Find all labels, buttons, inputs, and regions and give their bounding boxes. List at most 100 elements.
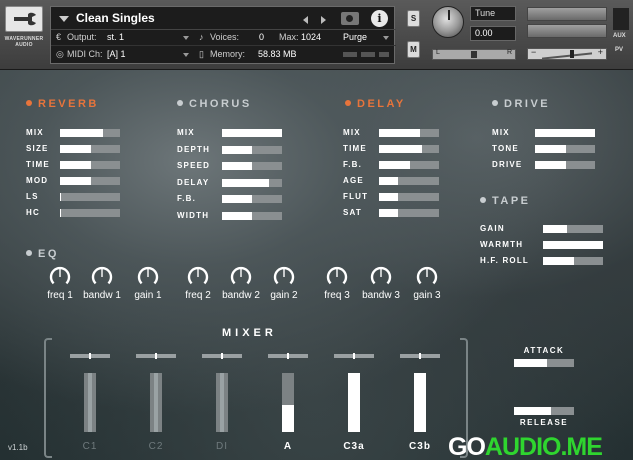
eq-knob[interactable] — [370, 266, 392, 288]
eq-knob[interactable] — [416, 266, 438, 288]
delay-param-slider[interactable] — [379, 209, 439, 217]
mixer-fader[interactable] — [414, 373, 426, 432]
eq-title[interactable]: EQ — [26, 248, 59, 260]
chorus-param-label: SPEED — [177, 161, 211, 170]
delay-param-slider[interactable] — [379, 193, 439, 201]
delay-param-slider-fill — [379, 193, 398, 201]
delay-param-slider[interactable] — [379, 161, 439, 169]
eq-knob[interactable] — [91, 266, 113, 288]
camera-icon[interactable] — [341, 12, 359, 25]
prev-instrument-icon[interactable] — [303, 16, 308, 24]
mixer-channel-label: C3a — [343, 441, 365, 452]
eq-knob[interactable] — [230, 266, 252, 288]
purge-dropdown-icon[interactable] — [383, 36, 389, 40]
info-icon[interactable]: i — [371, 10, 388, 27]
max-voices-value[interactable]: 1024 — [301, 32, 321, 42]
output-dropdown-icon[interactable] — [183, 36, 189, 40]
reverb-title[interactable]: REVERB — [26, 98, 99, 110]
delay-param-label: MIX — [343, 128, 361, 137]
tune-value[interactable]: 0.00 — [470, 26, 516, 41]
reverb-param-slider-fill — [60, 193, 61, 201]
drive-param-slider[interactable] — [535, 129, 595, 137]
mixer-pan-control[interactable] — [70, 353, 110, 359]
chorus-param-slider[interactable] — [222, 145, 282, 154]
delay-param-slider[interactable] — [379, 145, 439, 153]
drive-power-dot[interactable] — [492, 100, 498, 106]
release-slider[interactable] — [514, 407, 574, 415]
drive-param-slider-fill — [535, 161, 566, 169]
volume-slider-handle[interactable] — [570, 50, 574, 58]
reverb-param-slider-fill — [60, 209, 61, 217]
mixer-pan-control[interactable] — [334, 353, 374, 359]
aux-button[interactable]: AUX — [613, 33, 626, 39]
midi-channel-value[interactable]: [A] 1 — [107, 49, 126, 59]
instrument-menu-arrow-icon[interactable] — [59, 16, 69, 22]
tape-param-slider[interactable] — [543, 241, 603, 249]
eq-knob[interactable] — [273, 266, 295, 288]
eq-knob[interactable] — [326, 266, 348, 288]
solo-button[interactable]: S — [407, 10, 420, 27]
eq-knob[interactable] — [187, 266, 209, 288]
chorus-param-label: DEPTH — [177, 144, 211, 154]
purge-menu[interactable]: Purge — [343, 32, 367, 42]
chorus-title[interactable]: CHORUS — [177, 98, 252, 110]
voices-label: Voices: — [210, 32, 240, 42]
volume-slider[interactable]: − + — [527, 47, 607, 60]
tape-param-slider[interactable] — [543, 257, 603, 265]
drive-param-slider-fill — [535, 145, 566, 153]
reverb-param-slider[interactable] — [60, 161, 120, 169]
reverb-param-slider[interactable] — [60, 177, 120, 185]
midi-icon: ◎ — [56, 49, 64, 59]
tape-power-dot[interactable] — [480, 197, 486, 203]
eq-knob[interactable] — [137, 266, 159, 288]
mixer-fader[interactable] — [150, 373, 162, 432]
reverb-param-slider[interactable] — [60, 193, 120, 201]
mixer-title: MIXER — [222, 327, 277, 339]
next-instrument-icon[interactable] — [321, 16, 326, 24]
drive-param-slider[interactable] — [535, 145, 595, 153]
mixer-fader[interactable] — [282, 373, 294, 432]
tape-title[interactable]: TAPE — [480, 195, 531, 207]
drive-param-slider[interactable] — [535, 161, 595, 169]
delay-title[interactable]: DELAY — [345, 98, 406, 110]
eq-title-text: EQ — [38, 248, 59, 260]
tape-param-label: WARMTH — [480, 240, 524, 249]
reverb-param-slider[interactable] — [60, 129, 120, 137]
mixer-pan-control[interactable] — [268, 353, 308, 359]
chorus-param-slider[interactable] — [222, 211, 282, 220]
delay-power-dot[interactable] — [345, 100, 351, 106]
tune-knob[interactable] — [432, 6, 464, 38]
tape-param-slider[interactable] — [543, 225, 603, 233]
mixer-pan-control[interactable] — [202, 353, 242, 359]
mixer-fader[interactable] — [84, 373, 96, 432]
delay-param-slider[interactable] — [379, 177, 439, 185]
output-meter-left — [527, 7, 607, 21]
chorus-param-slider[interactable] — [222, 129, 282, 137]
delay-param-slider[interactable] — [379, 129, 439, 137]
pan-slider-handle[interactable] — [471, 51, 477, 58]
attack-slider[interactable] — [514, 359, 574, 367]
tape-param-slider-fill — [543, 257, 574, 265]
mute-button[interactable]: M — [407, 41, 420, 58]
drive-title[interactable]: DRIVE — [492, 98, 550, 110]
delay-param-slider-fill — [379, 177, 398, 185]
pan-slider[interactable]: L R — [432, 49, 516, 60]
mixer-pan-control[interactable] — [400, 353, 440, 359]
reverb-power-dot[interactable] — [26, 100, 32, 106]
chorus-param-slider[interactable] — [222, 195, 282, 203]
pv-button[interactable]: PV — [615, 47, 623, 53]
chorus-param-slider[interactable] — [222, 178, 282, 187]
eq-power-dot[interactable] — [26, 250, 32, 256]
output-value[interactable]: st. 1 — [107, 32, 124, 42]
wrench-logo-button[interactable] — [5, 6, 43, 32]
mixer-pan-control[interactable] — [136, 353, 176, 359]
mixer-fader[interactable] — [216, 373, 228, 432]
reverb-param-slider[interactable] — [60, 145, 120, 153]
chorus-param-slider[interactable] — [222, 162, 282, 170]
reverb-param-slider[interactable] — [60, 209, 120, 217]
chorus-power-dot[interactable] — [177, 100, 183, 106]
eq-knob[interactable] — [49, 266, 71, 288]
instrument-name[interactable]: Clean Singles — [76, 11, 155, 25]
mixer-fader[interactable] — [348, 373, 360, 432]
midi-dropdown-icon[interactable] — [183, 53, 189, 57]
